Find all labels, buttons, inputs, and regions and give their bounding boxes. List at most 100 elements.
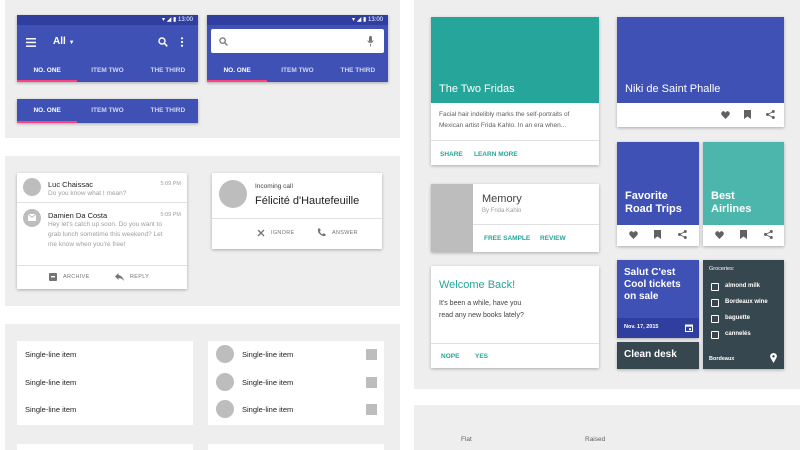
welcome-body-line: It's been a while, have you [439, 300, 522, 307]
tab-no-one[interactable]: No. One [17, 99, 78, 123]
archive-button[interactable]: Archive [49, 272, 95, 284]
avatar-list: Single-line item Single-line item Single… [208, 341, 384, 425]
share-icon[interactable] [764, 230, 773, 239]
raised-label: Raised [585, 436, 606, 443]
card-title-line: Road Trips [625, 203, 682, 215]
memory-thumbnail [431, 184, 473, 252]
search-icon[interactable] [158, 37, 168, 47]
divider [212, 218, 382, 219]
review-button[interactable]: Review [540, 235, 566, 242]
tab-the-third[interactable]: The Third [138, 60, 198, 82]
wifi-icon: ▾ [162, 17, 166, 23]
appbar-panel: ▾ ◢ ▮ 13:00 All ▼ No. One Item Two The T… [5, 0, 400, 138]
card-title: The Two Fridas [439, 83, 515, 95]
heart-icon[interactable] [715, 231, 724, 239]
grocery-checkbox[interactable] [711, 283, 719, 291]
share-icon[interactable] [766, 110, 775, 119]
location-pin-icon[interactable] [770, 353, 777, 363]
tab-no-one[interactable]: No. One [17, 60, 78, 82]
card-body-line: Facial hair indelibly marks the self-por… [439, 111, 570, 118]
more-vert-icon[interactable] [180, 37, 184, 47]
cards-panel: The Two Fridas Facial hair indelibly mar… [414, 0, 800, 389]
share-button[interactable]: Share [440, 151, 463, 158]
nope-button[interactable]: Nope [441, 353, 459, 360]
list-item[interactable]: Single-line item [242, 378, 293, 387]
reply-button[interactable]: Reply [115, 272, 155, 284]
email-preview-line: grab lunch sometime this weekend? Let [48, 231, 163, 238]
tab-item-two[interactable]: Item Two [267, 60, 327, 82]
divider [473, 224, 599, 225]
list-item[interactable]: Single-line item [242, 350, 293, 359]
grocery-checkbox[interactable] [711, 315, 719, 323]
tab-item-two[interactable]: Item Two [77, 60, 137, 82]
memory-card: Memory By Frida Kahlo Free sample Review [431, 184, 599, 252]
status-bar: ▾ ◢ ▮ 13:00 [207, 15, 388, 25]
tab-the-third[interactable]: The Third [138, 99, 198, 123]
appbar-with-dropdown: ▾ ◢ ▮ 13:00 All ▼ No. One Item Two The T… [17, 15, 198, 82]
checkbox-placeholder[interactable] [366, 404, 377, 415]
status-bar: ▾ ◢ ▮ 13:00 [17, 15, 198, 25]
welcome-card: Welcome Back! It's been a while, have yo… [431, 266, 599, 368]
grocery-checkbox[interactable] [711, 299, 719, 307]
list-item[interactable]: Single-line item [242, 405, 293, 414]
free-sample-button[interactable]: Free sample [484, 235, 530, 242]
tab-bar: No. One Item Two The Third [17, 60, 198, 82]
incoming-call-card: Incoming call Félicité d'Hautefeuille Ig… [212, 173, 382, 249]
tab-bar: No. One Item Two The Third [17, 99, 198, 123]
bookmark-icon[interactable] [744, 110, 751, 119]
divider [431, 140, 599, 141]
welcome-title: Welcome Back! [439, 279, 516, 291]
tab-no-one[interactable]: No. One [207, 60, 268, 82]
tab-the-third[interactable]: The Third [328, 60, 388, 82]
standalone-tab-bar: No. One Item Two The Third [17, 99, 198, 123]
mic-icon[interactable] [367, 36, 374, 47]
reply-label: Reply [130, 274, 150, 280]
mail-icon [28, 214, 36, 221]
email-time: 5:09 PM [160, 181, 181, 187]
avatar [23, 178, 41, 196]
caller-name: Félicité d'Hautefeuille [255, 195, 360, 207]
learn-more-button[interactable]: Learn more [474, 151, 518, 158]
heart-icon[interactable] [629, 231, 638, 239]
salut-footer: Nov. 17, 2015 [617, 318, 699, 338]
search-box[interactable] [211, 29, 384, 53]
groceries-header: Groceries: [709, 266, 735, 272]
bookmark-icon[interactable] [654, 230, 661, 239]
memory-subtitle: By Frida Kahlo [482, 208, 522, 214]
heart-icon[interactable] [721, 111, 730, 119]
appbar-with-search: ▾ ◢ ▮ 13:00 No. One Item Two The Third [207, 15, 388, 82]
notifications-panel: Luc Chaissac 5:09 PM Do you know what I … [5, 156, 400, 306]
list-item[interactable]: Single-line item [25, 350, 76, 359]
dropdown-toggle[interactable]: All ▼ [53, 36, 75, 47]
sender-name: Luc Chaissac [48, 180, 94, 189]
flat-label: Flat [461, 436, 472, 443]
salut-tickets-card: Salut C'est Cool tickets on sale Nov. 17… [617, 260, 699, 338]
bookmark-icon[interactable] [740, 230, 747, 239]
checkbox-placeholder[interactable] [366, 349, 377, 360]
memory-title: Memory [482, 193, 522, 205]
event-date: Nov. 17, 2015 [624, 324, 659, 330]
grocery-checkbox[interactable] [711, 331, 719, 339]
list-item[interactable]: Single-line item [25, 378, 76, 387]
answer-button[interactable]: Answer [317, 228, 363, 240]
calendar-icon[interactable] [685, 324, 693, 332]
card-title-line: on sale [624, 291, 659, 302]
ignore-label: Ignore [271, 230, 295, 236]
share-icon[interactable] [678, 230, 687, 239]
airlines-media: Best Airlines [703, 142, 784, 225]
grocery-item: almond milk [725, 283, 761, 289]
yes-button[interactable]: Yes [475, 353, 488, 360]
menu-icon[interactable] [26, 38, 36, 47]
grocery-item: cannelés [725, 331, 751, 337]
checkbox-placeholder[interactable] [366, 377, 377, 388]
signal-icon: ◢ [166, 17, 172, 23]
card-body-line: Mexican artist Frida Kahlo. In an era wh… [439, 122, 567, 129]
niki-card: Niki de Saint Phalle [617, 17, 784, 127]
battery-icon: ▮ [173, 17, 177, 23]
ignore-button[interactable]: Ignore [257, 228, 297, 240]
list-item[interactable]: Single-line item [25, 405, 76, 414]
tab-item-two[interactable]: Item Two [77, 99, 137, 123]
caller-avatar [219, 180, 247, 208]
call-label: Incoming call [255, 183, 293, 190]
card-title: Niki de Saint Phalle [625, 83, 721, 95]
